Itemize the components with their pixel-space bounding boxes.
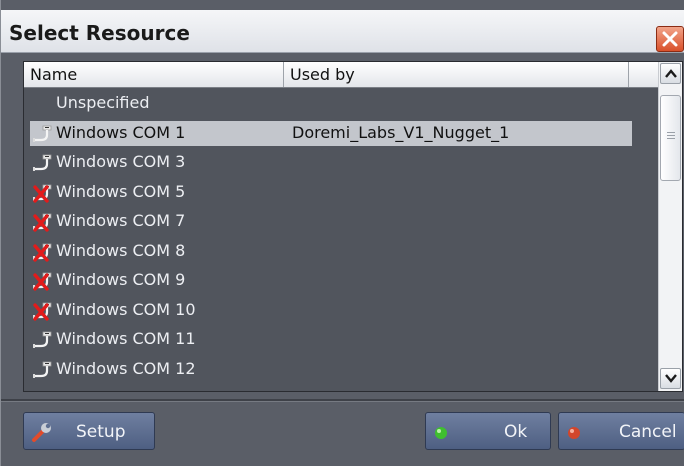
column-header-name[interactable]: Name [24,62,284,87]
serial-cable-icon [31,152,55,174]
resource-name: Windows COM 10 [56,299,196,319]
scroll-thumb[interactable] [660,95,681,181]
green-status-dot-icon [434,425,448,445]
scroll-up-button[interactable] [660,63,681,84]
resource-name: Windows COM 7 [56,211,186,230]
resource-name: Windows COM 9 [56,270,186,289]
resource-list[interactable]: Name Used by Unspecified Windows COM 1 Dor… [23,61,683,392]
serial-cable-icon [31,359,55,381]
cancel-button-label: Cancel [619,422,677,442]
red-status-dot-icon [567,425,581,445]
serial-cable-unavailable-icon [31,211,55,233]
title-bar: Select Resource [1,10,684,53]
serial-cable-unavailable-icon [31,270,55,292]
serial-cable-icon [31,123,55,145]
chevron-up-icon [665,69,677,78]
resource-name: Windows COM 11 [56,329,196,348]
column-header-filler [629,62,658,87]
resource-name: Windows COM 12 [56,358,196,378]
setup-button-label: Setup [76,422,126,442]
grip-lines-icon [667,132,675,133]
dialog-title: Select Resource [9,21,190,45]
serial-cable-unavailable-icon [31,300,55,322]
vertical-scrollbar[interactable] [658,62,682,391]
resource-name: Unspecified [56,93,150,112]
column-header-used-by[interactable]: Used by [284,62,629,87]
list-rows: Unspecified Windows COM 1 Doremi_Labs_V1_N… [24,88,658,383]
list-item[interactable]: Windows COM 3 [24,147,658,177]
serial-cable-icon [31,329,55,351]
list-item[interactable]: Windows COM 12 [24,354,658,384]
list-item[interactable]: Windows COM 7 [24,206,658,236]
wrench-icon [30,420,54,449]
list-item[interactable]: Windows COM 1 Doremi_Labs_V1_Nugget_1 [24,118,658,148]
list-item[interactable]: Windows COM 8 [24,236,658,266]
list-item[interactable]: Windows COM 11 [24,324,658,354]
setup-button[interactable]: Setup [23,412,155,450]
button-area-divider [1,399,684,402]
select-resource-dialog: Select Resource Name Used by Unspecified… [0,0,684,466]
ok-button[interactable]: Ok [425,412,551,450]
ok-button-label: Ok [504,422,528,442]
list-item[interactable]: Windows COM 10 [24,295,658,325]
chevron-down-icon [665,374,677,383]
list-item[interactable]: Windows COM 5 [24,177,658,207]
serial-cable-unavailable-icon [31,241,55,263]
resource-used-by: Doremi_Labs_V1_Nugget_1 [292,122,510,142]
list-item[interactable]: Unspecified [24,88,658,118]
serial-cable-unavailable-icon [31,182,55,204]
list-header: Name Used by [24,62,658,88]
resource-name: Windows COM 5 [56,181,186,201]
resource-name: Windows COM 3 [56,152,186,171]
cancel-button[interactable]: Cancel [558,412,684,450]
resource-name: Windows COM 8 [56,240,186,260]
close-x-icon [662,31,678,47]
close-button[interactable] [656,26,684,52]
resource-name: Windows COM 1 [56,122,186,142]
list-item[interactable]: Windows COM 9 [24,265,658,295]
scroll-down-button[interactable] [660,368,681,389]
